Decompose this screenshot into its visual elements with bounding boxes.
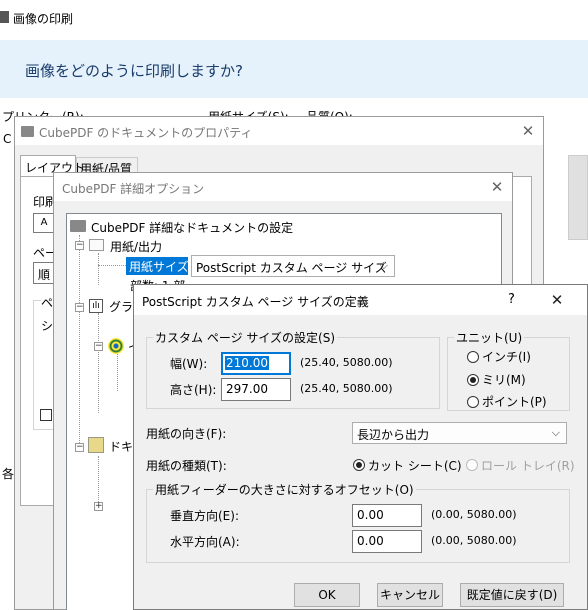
width-input[interactable]: 210.00 [221,352,291,375]
help-button[interactable]: ? [508,292,515,307]
target-icon [108,338,124,354]
unit-point-label: ポイント(P) [482,395,547,409]
header-banner: 画像をどのように印刷しますか? [0,40,588,98]
printer-icon [70,220,86,232]
custom-titlebar: PostScript カスタム ページ サイズの定義 ? ✕ [134,285,587,315]
tree-item-paper-size-label: 用紙サイズ: [129,260,193,274]
custom-size-group: カスタム ページ サイズの設定(S) [146,329,440,409]
height-input[interactable]: 297.00 [221,378,291,401]
horizontal-input[interactable]: 0.00 [352,530,422,553]
offset-group-label: 用紙フィーダーの大きさに対するオフセット(O) [153,481,416,498]
tree-line [98,265,126,266]
tree-item-paper-size[interactable]: 用紙サイズ: [126,257,193,275]
left-char-c: C [3,132,12,146]
height-label: 高さ(H): [170,383,217,397]
horizontal-input-value: 0.00 [357,534,384,548]
orientation-label: 用紙の向き(F): [146,427,227,441]
custom-page-size-dialog: PostScript カスタム ページ サイズの定義 ? ✕ カスタム ページ … [133,284,588,610]
tree-doc-partial: ドキ [109,440,134,454]
unit-group-label: ユニット(U) [454,329,525,346]
right-panel [568,155,588,240]
tree-root-label: CubePDF 詳細なドキュメントの設定 [91,221,294,235]
orientation-dropdown-value: 長辺から出力 [357,428,430,442]
order-dropdown-value: 順 [38,268,51,282]
horizontal-label: 水平方向(A): [170,535,240,549]
orientation-icon-box[interactable]: A [33,213,55,233]
cancel-button[interactable]: キャンセル [377,583,443,607]
pe-label-partial: ペ [41,294,54,311]
unit-inch-radio[interactable] [467,351,479,363]
chevron-down-icon: ⌵ [379,259,388,272]
close-button[interactable]: ✕ [517,121,539,141]
advanced-titlebar: CubePDF 詳細オプション ✕ [54,173,512,201]
checkbox[interactable] [40,409,52,421]
properties-title: CubePDF のドキュメントのプロパティ [39,126,253,140]
paper-cut-label: カット シート(C) [368,459,462,473]
horizontal-range: (0.00, 5080.00) [431,534,517,547]
paper-roll-label: ロール トレイ(R) [481,459,575,473]
width-label: 幅(W): [170,357,208,371]
width-input-value: 210.00 [225,356,269,370]
chevron-down-icon: ⌵ [551,426,560,439]
height-input-value: 297.00 [226,382,268,396]
paper-roll-radio [466,459,478,471]
height-range: (25.40, 5080.00) [300,382,393,395]
paper-cut-radio[interactable] [353,459,365,471]
unit-mm-label: ミリ(M) [482,373,526,387]
width-range: (25.40, 5080.00) [300,356,393,369]
custom-title: PostScript カスタム ページ サイズの定義 [142,295,369,309]
vertical-input-value: 0.00 [357,508,384,522]
tree-line [98,253,99,285]
unit-inch-label: インチ(I) [482,350,531,364]
envelope-icon [89,239,104,251]
left-char-each: 各 [2,467,15,481]
close-button[interactable]: ✕ [486,177,508,197]
vertical-input[interactable]: 0.00 [352,504,422,527]
tree-line [79,235,80,447]
close-button[interactable]: ✕ [546,290,568,310]
printer-icon [0,11,9,23]
tree-paper-output: 用紙/出力 [110,240,163,254]
page-question: 画像をどのように印刷しますか? [25,62,243,80]
orientation-dropdown[interactable]: 長辺から出力 ⌵ [352,422,567,444]
tree-line [117,351,118,391]
tree-line [98,313,99,413]
paper-size-dropdown[interactable]: PostScript カスタム ページ サイズ ⌵ [191,255,395,277]
unit-point-radio[interactable] [467,396,479,408]
paper-size-dropdown-value: PostScript カスタム ページ サイズ [196,261,387,275]
chart-icon: ılı [89,299,103,313]
ok-button[interactable]: OK [294,583,360,607]
vertical-label: 垂直方向(E): [170,509,239,523]
collapse-icon[interactable]: − [94,342,103,351]
unit-mm-radio[interactable] [467,374,479,386]
custom-size-group-label: カスタム ページ サイズの設定(S) [153,329,338,346]
paper-type-label: 用紙の種類(T): [146,459,227,473]
expand-icon[interactable]: + [94,502,103,511]
collapse-icon[interactable]: − [75,303,84,312]
shi-label-partial: シ [41,319,54,333]
collapse-icon[interactable]: − [75,241,84,250]
window-title: 画像の印刷 [13,12,74,26]
tree-line [98,456,99,506]
properties-titlebar: CubePDF のドキュメントのプロパティ ✕ [15,117,543,145]
advanced-title: CubePDF 詳細オプション [62,182,205,196]
collapse-icon[interactable]: − [75,443,84,452]
document-icon [88,437,104,453]
restore-defaults-button[interactable]: 既定値に戻す(D) [460,583,564,607]
vertical-range: (0.00, 5080.00) [431,508,517,521]
printer-icon [21,126,34,137]
